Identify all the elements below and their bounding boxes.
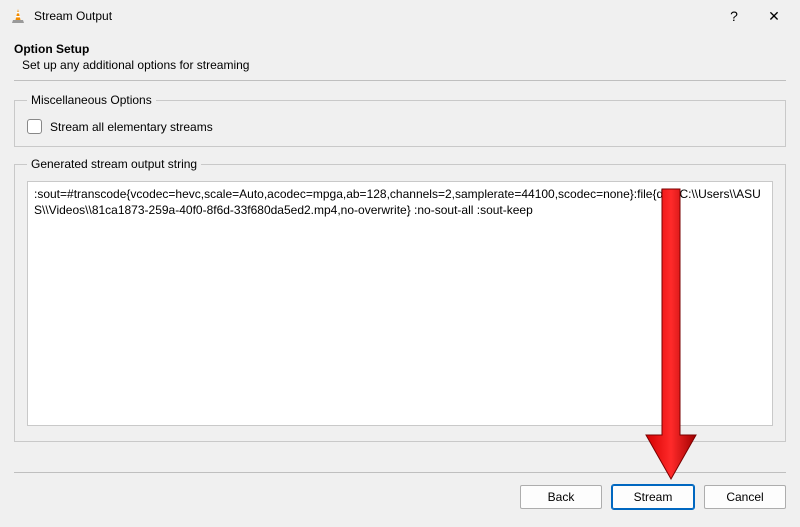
help-icon: ? (730, 8, 738, 24)
window-title: Stream Output (34, 9, 714, 23)
close-icon: ✕ (768, 8, 780, 25)
stream-all-checkbox-row[interactable]: Stream all elementary streams (27, 119, 773, 134)
dialog-footer: Back Stream Cancel (0, 464, 800, 527)
dialog-body: Option Setup Set up any additional optio… (0, 32, 800, 442)
cancel-button[interactable]: Cancel (704, 485, 786, 509)
vlc-cone-icon (10, 8, 26, 24)
checkbox-icon (27, 119, 42, 134)
output-string-legend: Generated stream output string (27, 157, 201, 171)
misc-options-legend: Miscellaneous Options (27, 93, 156, 107)
divider (14, 80, 786, 81)
stream-all-label: Stream all elementary streams (50, 120, 213, 134)
output-string-group: Generated stream output string (14, 157, 786, 442)
stream-button[interactable]: Stream (612, 485, 694, 509)
close-button[interactable]: ✕ (754, 2, 794, 30)
titlebar: Stream Output ? ✕ (0, 0, 800, 32)
back-button[interactable]: Back (520, 485, 602, 509)
section-description: Set up any additional options for stream… (22, 58, 786, 72)
footer-divider (14, 472, 786, 473)
help-button[interactable]: ? (714, 2, 754, 30)
section-title: Option Setup (14, 42, 786, 56)
button-row: Back Stream Cancel (14, 485, 786, 509)
misc-options-group: Miscellaneous Options Stream all element… (14, 93, 786, 147)
output-string-textarea[interactable] (27, 181, 773, 426)
